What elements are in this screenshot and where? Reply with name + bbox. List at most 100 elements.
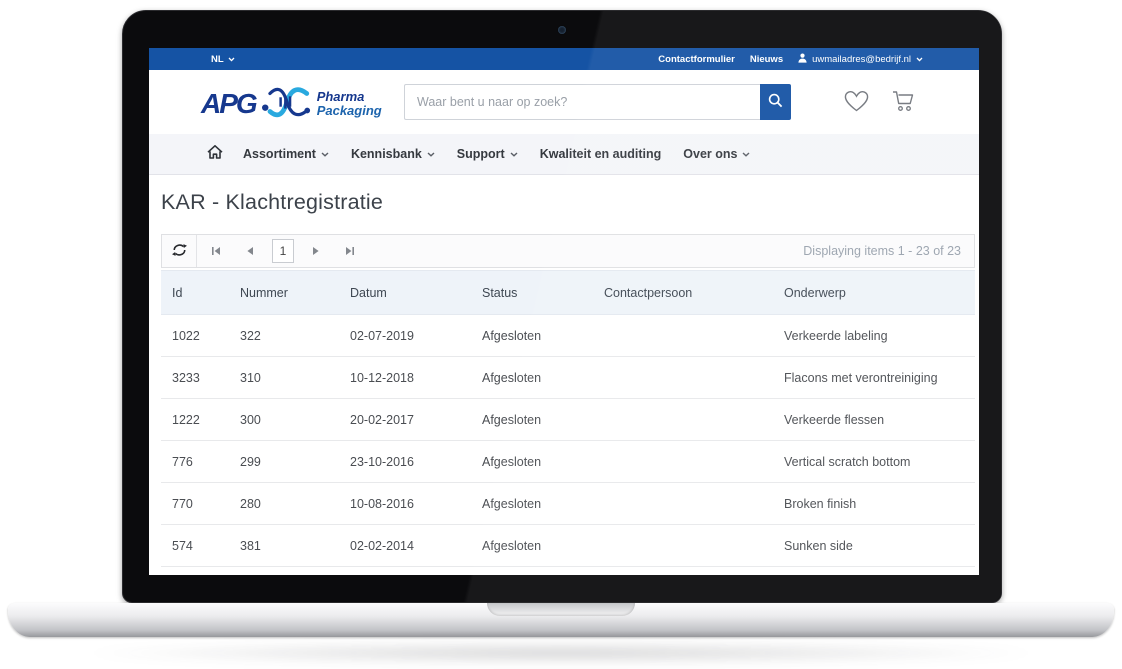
table-cell: Vertical scratch bottom xyxy=(773,455,975,469)
column-header-datum[interactable]: Datum xyxy=(339,286,471,300)
page-content: KAR - Klachtregistratie xyxy=(149,190,979,567)
home-icon xyxy=(207,145,223,164)
table-row[interactable]: 122230020-02-2017Afgesloten Verkeerde fle… xyxy=(161,399,975,441)
user-icon xyxy=(798,53,807,66)
column-header-id[interactable]: Id xyxy=(161,286,229,300)
logo-tagline: Pharma Packaging xyxy=(317,90,382,117)
table-cell: Afgesloten xyxy=(471,371,593,385)
nav-item-label: Assortiment xyxy=(243,147,316,161)
shopping-cart-icon xyxy=(890,100,917,117)
table-cell: Broken finish xyxy=(773,497,975,511)
next-page-icon xyxy=(312,244,320,259)
company-logo[interactable]: APG Pharma Packaging xyxy=(201,83,382,124)
first-page-icon xyxy=(211,244,221,259)
nav-item-support[interactable]: Support xyxy=(457,147,518,161)
table-cell: Flacons met verontreiniging xyxy=(773,371,975,385)
table-row[interactable]: 77629923-10-2016Afgesloten Vertical scrat… xyxy=(161,441,975,483)
laptop-reflection xyxy=(60,641,1062,665)
table-cell: Verkeerde labeling xyxy=(773,329,975,343)
column-header-onderwerp[interactable]: Onderwerp xyxy=(773,286,975,300)
page-number-input[interactable]: 1 xyxy=(272,239,294,263)
table-cell: 776 xyxy=(161,455,229,469)
table-cell: 299 xyxy=(229,455,339,469)
table-cell: 381 xyxy=(229,539,339,553)
column-header-status[interactable]: Status xyxy=(471,286,593,300)
grid-toolbar: 1 Displaying items 1 - 23 of 23 xyxy=(161,234,975,268)
page-title: KAR - Klachtregistratie xyxy=(161,190,975,215)
laptop-base xyxy=(8,603,1114,637)
grid-status-text: Displaying items 1 - 23 of 23 xyxy=(803,244,974,258)
table-cell: Afgesloten xyxy=(471,497,593,511)
table-body: 102232202-07-2019AfgeslotenVerkeerde lab… xyxy=(161,315,975,567)
table-cell: 10-08-2016 xyxy=(339,497,471,511)
first-page-button[interactable] xyxy=(199,235,233,267)
news-link[interactable]: Nieuws xyxy=(750,54,783,65)
table-row[interactable]: 323331010-12-2018Afgesloten Flacons met v… xyxy=(161,357,975,399)
table-cell: 280 xyxy=(229,497,339,511)
main-nav-items: Assortiment Kennisbank Support Kwaliteit en… xyxy=(243,147,772,161)
home-button[interactable] xyxy=(207,145,223,164)
chevron-down-icon xyxy=(510,152,518,157)
table-row[interactable]: 77028010-08-2016AfgeslotenBroken finish xyxy=(161,483,975,525)
logo-word-packaging: Packaging xyxy=(317,104,382,118)
laptop-base-notch xyxy=(487,603,635,616)
column-header-nummer[interactable]: Nummer xyxy=(229,286,339,300)
prev-page-button[interactable] xyxy=(233,235,267,267)
cart-button[interactable] xyxy=(890,89,917,118)
search-button[interactable] xyxy=(760,84,791,120)
nav-item-over-ons[interactable]: Over ons xyxy=(683,147,750,161)
refresh-icon xyxy=(172,243,187,260)
table-cell: Afgesloten xyxy=(471,413,593,427)
chevron-down-icon xyxy=(742,152,750,157)
nav-item-kennisbank[interactable]: Kennisbank xyxy=(351,147,435,161)
browser-viewport: NL Contactformulier Nieuws uwmailadres@b… xyxy=(149,48,979,575)
table-header-row: IdNummerDatumStatusContactpersoonOnderwe… xyxy=(161,270,975,315)
language-selector[interactable]: NL xyxy=(211,54,235,65)
complaints-table: IdNummerDatumStatusContactpersoonOnderwe… xyxy=(161,270,975,567)
chevron-down-icon xyxy=(228,54,235,65)
chevron-down-icon xyxy=(427,152,435,157)
site-header: APG Pharma Packaging xyxy=(149,70,979,134)
utility-topbar: NL Contactformulier Nieuws uwmailadres@b… xyxy=(149,48,979,70)
table-cell: 1022 xyxy=(161,329,229,343)
chevron-down-icon xyxy=(321,152,329,157)
table-cell: 322 xyxy=(229,329,339,343)
column-header-contactpersoon[interactable]: Contactpersoon xyxy=(593,286,773,300)
webcam-dot xyxy=(558,26,566,34)
table-cell: 1222 xyxy=(161,413,229,427)
table-cell: 20-02-2017 xyxy=(339,413,471,427)
table-cell: 10-12-2018 xyxy=(339,371,471,385)
table-cell: 310 xyxy=(229,371,339,385)
account-menu[interactable]: uwmailadres@bedrijf.nl xyxy=(798,53,923,66)
table-cell: 23-10-2016 xyxy=(339,455,471,469)
table-cell: 02-07-2019 xyxy=(339,329,471,343)
table-cell: 574 xyxy=(161,539,229,553)
last-page-icon xyxy=(345,244,355,259)
nav-item-assortiment[interactable]: Assortiment xyxy=(243,147,329,161)
search-input[interactable] xyxy=(404,84,760,120)
refresh-button[interactable] xyxy=(162,235,196,267)
contact-form-link[interactable]: Contactformulier xyxy=(658,54,735,65)
table-cell: Afgesloten xyxy=(471,329,593,343)
table-cell: 300 xyxy=(229,413,339,427)
heart-icon xyxy=(843,100,870,117)
main-nav: Assortiment Kennisbank Support Kwaliteit en… xyxy=(149,134,979,175)
pager: 1 xyxy=(197,235,369,267)
table-cell: Verkeerde flessen xyxy=(773,413,975,427)
table-cell: 3233 xyxy=(161,371,229,385)
table-cell: Sunken side xyxy=(773,539,975,553)
laptop-screen-bezel: NL Contactformulier Nieuws uwmailadres@b… xyxy=(122,10,1002,603)
account-email: uwmailadres@bedrijf.nl xyxy=(812,54,911,65)
prev-page-icon xyxy=(246,244,254,259)
search-icon xyxy=(768,93,783,111)
last-page-button[interactable] xyxy=(333,235,367,267)
next-page-button[interactable] xyxy=(299,235,333,267)
logo-acronym: APG xyxy=(201,90,256,118)
table-row[interactable]: 57438102-02-2014AfgeslotenSunken side xyxy=(161,525,975,567)
table-row[interactable]: 102232202-07-2019Afgesloten Verkeerde lab… xyxy=(161,315,975,357)
wishlist-button[interactable] xyxy=(843,89,870,118)
table-cell: Afgesloten xyxy=(471,455,593,469)
dna-helix-icon xyxy=(261,85,311,124)
nav-item-kwaliteit-en-auditing[interactable]: Kwaliteit en auditing xyxy=(540,147,662,161)
table-cell: 02-02-2014 xyxy=(339,539,471,553)
